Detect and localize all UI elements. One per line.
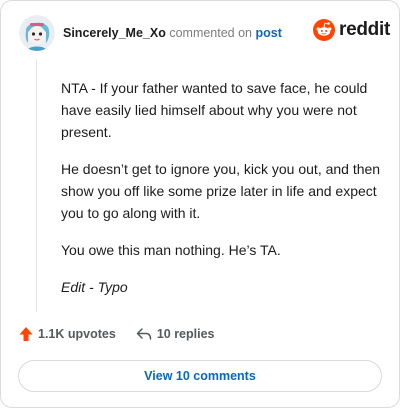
author-username[interactable]: Sincerely_Me_Xo [63,26,166,40]
avatar[interactable] [19,15,55,51]
post-link[interactable]: post [256,26,282,40]
upvote-button[interactable]: 1.1K upvotes [19,326,116,342]
comment-card: Sincerely_Me_Xo commented on post reddit… [0,0,400,408]
commented-on-label: commented on [169,26,253,40]
reply-icon [136,328,152,340]
comment-body: NTA - If your father wanted to save face… [61,77,383,298]
reddit-logo[interactable]: reddit [313,19,390,41]
comment-header: Sincerely_Me_Xo commented on post [63,26,282,40]
upvote-count: 1.1K upvotes [38,327,116,341]
comment-paragraph: He doesn’t get to ignore you, kick you o… [61,161,381,221]
thread-line [36,59,37,312]
comment-actions: 1.1K upvotes 10 replies [19,326,215,342]
reddit-wordmark: reddit [339,19,390,40]
avatar-icon [19,15,55,51]
view-comments-button[interactable]: View 10 comments [18,360,382,392]
comment-paragraph: You owe this man nothing. He’s TA. [61,242,281,258]
comment-paragraph: NTA - If your father wanted to save face… [61,80,368,140]
reply-count: 10 replies [156,327,215,341]
reddit-logo-icon [313,19,335,41]
view-comments-label: View 10 comments [144,369,256,383]
comment-edit-note: Edit - Typo [61,279,128,295]
reply-button[interactable]: 10 replies [136,327,215,341]
upvote-arrow-icon [19,327,33,341]
